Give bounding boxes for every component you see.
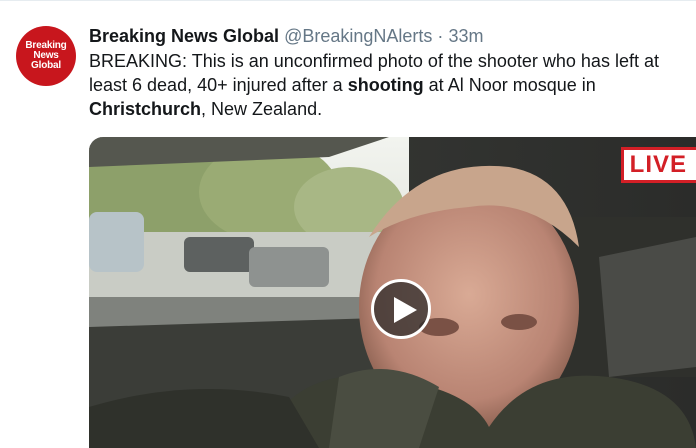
- separator-dot: ·: [437, 26, 444, 46]
- video-player[interactable]: LIVE: [89, 137, 696, 448]
- divider: [0, 0, 696, 1]
- avatar[interactable]: Breaking News Global: [16, 26, 76, 86]
- hashtag-shooting[interactable]: shooting: [348, 75, 424, 95]
- play-icon: [394, 297, 417, 323]
- display-name[interactable]: Breaking News Global: [89, 26, 279, 46]
- tweet-header: Breaking News Global @BreakingNAlerts · …: [89, 24, 689, 48]
- timestamp[interactable]: 33m: [448, 26, 483, 46]
- tweet[interactable]: Breaking News Global Breaking News Globa…: [0, 0, 696, 448]
- user-handle[interactable]: @BreakingNAlerts: [284, 26, 432, 46]
- tweet-text-part2: at Al Noor mosque in: [423, 75, 596, 95]
- live-badge: LIVE: [620, 147, 696, 183]
- avatar-text-line1: Breaking News: [25, 40, 67, 61]
- hashtag-christchurch[interactable]: Christchurch: [89, 99, 201, 119]
- tweet-text: BREAKING: This is an unconfirmed photo o…: [89, 49, 689, 121]
- play-button[interactable]: [371, 279, 431, 339]
- avatar-text-line2: Global: [31, 60, 61, 71]
- tweet-text-part3: , New Zealand.: [201, 99, 323, 119]
- tweet-content: Breaking News Global @BreakingNAlerts · …: [89, 24, 689, 121]
